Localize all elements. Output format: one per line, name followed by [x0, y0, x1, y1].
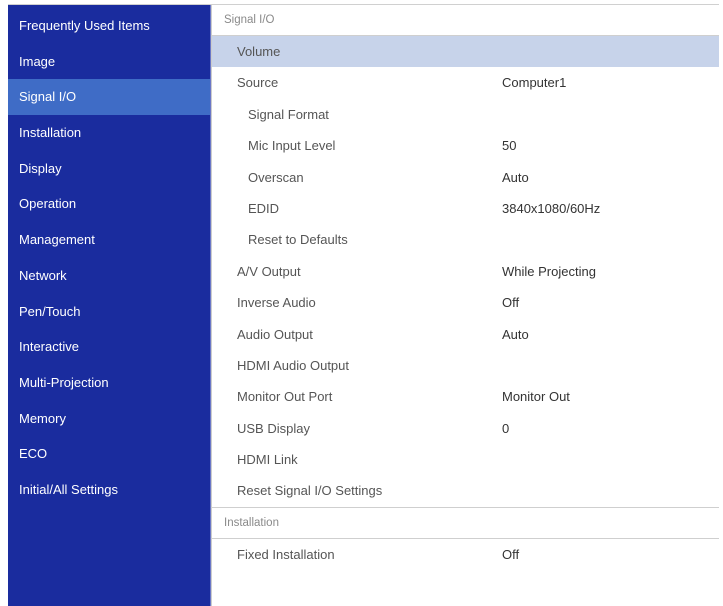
sidebar-item-eco[interactable]: ECO [8, 436, 210, 472]
setting-value: Off [502, 295, 520, 311]
setting-label: Reset Signal I/O Settings [237, 483, 383, 499]
setting-row-signal-format[interactable]: Signal Format [212, 99, 719, 130]
setting-row-monitor-out-port[interactable]: Monitor Out Port Monitor Out [212, 381, 719, 412]
setting-label: Monitor Out Port [237, 389, 333, 405]
setting-label: USB Display [237, 420, 310, 436]
section-header-installation: Installation [212, 508, 719, 539]
sidebar-item-pen-touch[interactable]: Pen/Touch [8, 294, 210, 330]
sidebar-item-display[interactable]: Display [8, 151, 210, 187]
setting-label: Audio Output [237, 326, 313, 342]
setting-value: Off [502, 546, 520, 562]
setting-row-hdmi-audio-output[interactable]: HDMI Audio Output [212, 350, 719, 381]
setting-row-audio-output[interactable]: Audio Output Auto [212, 319, 719, 350]
setting-row-hdmi-link[interactable]: HDMI Link [212, 444, 719, 475]
setting-row-inverse-audio[interactable]: Inverse Audio Off [212, 287, 719, 318]
sidebar-item-frequently-used[interactable]: Frequently Used Items [8, 8, 210, 44]
sidebar-item-memory[interactable]: Memory [8, 401, 210, 437]
sidebar-item-interactive[interactable]: Interactive [8, 329, 210, 365]
setting-label: Overscan [248, 169, 304, 185]
setting-label: Signal Format [248, 106, 329, 122]
setting-label: Reset to Defaults [248, 232, 348, 248]
settings-window: Frequently Used Items Image Signal I/O I… [8, 4, 719, 606]
setting-label: Source [237, 75, 279, 91]
setting-label: Mic Input Level [248, 138, 336, 154]
setting-label: HDMI Link [237, 452, 298, 468]
setting-label: Volume [237, 44, 281, 59]
setting-value: Auto [502, 326, 529, 342]
setting-row-overscan[interactable]: Overscan Auto [212, 162, 719, 193]
menu-sidebar: Frequently Used Items Image Signal I/O I… [8, 5, 211, 606]
setting-row-edid[interactable]: EDID 3840x1080/60Hz [212, 193, 719, 224]
sidebar-item-installation[interactable]: Installation [8, 115, 210, 151]
sidebar-item-image[interactable]: Image [8, 44, 210, 80]
setting-row-reset-signal-io[interactable]: Reset Signal I/O Settings [212, 475, 719, 508]
setting-row-volume[interactable]: Volume [212, 36, 719, 68]
section-header-signal-io: Signal I/O [212, 5, 719, 36]
sidebar-item-management[interactable]: Management [8, 222, 210, 258]
setting-label: Fixed Installation [237, 546, 335, 562]
setting-value: Auto [502, 169, 529, 185]
setting-label: EDID [248, 200, 280, 216]
setting-row-usb-display[interactable]: USB Display 0 [212, 413, 719, 444]
sidebar-item-network[interactable]: Network [8, 258, 210, 294]
sidebar-item-initial-all-settings[interactable]: Initial/All Settings [8, 472, 210, 508]
setting-row-fixed-installation[interactable]: Fixed Installation Off [212, 539, 719, 570]
setting-row-reset-to-defaults[interactable]: Reset to Defaults [212, 224, 719, 255]
setting-row-source[interactable]: Source Computer1 [212, 67, 719, 98]
sidebar-item-multi-projection[interactable]: Multi-Projection [8, 365, 210, 401]
setting-value: 0 [502, 420, 510, 436]
setting-value: Monitor Out [502, 389, 570, 405]
sidebar-item-signal-io[interactable]: Signal I/O [8, 79, 210, 116]
setting-value: 3840x1080/60Hz [502, 200, 601, 216]
setting-value: 50 [502, 138, 517, 154]
setting-value: While Projecting [502, 263, 596, 279]
settings-panel: Signal I/O Volume Source Computer1 Signa… [211, 5, 719, 606]
setting-label: Inverse Audio [237, 295, 316, 311]
setting-row-av-output[interactable]: A/V Output While Projecting [212, 256, 719, 287]
setting-value: Computer1 [502, 75, 567, 91]
setting-label: HDMI Audio Output [237, 357, 349, 373]
setting-label: A/V Output [237, 263, 301, 279]
setting-row-mic-input-level[interactable]: Mic Input Level 50 [212, 130, 719, 161]
sidebar-item-operation[interactable]: Operation [8, 186, 210, 222]
